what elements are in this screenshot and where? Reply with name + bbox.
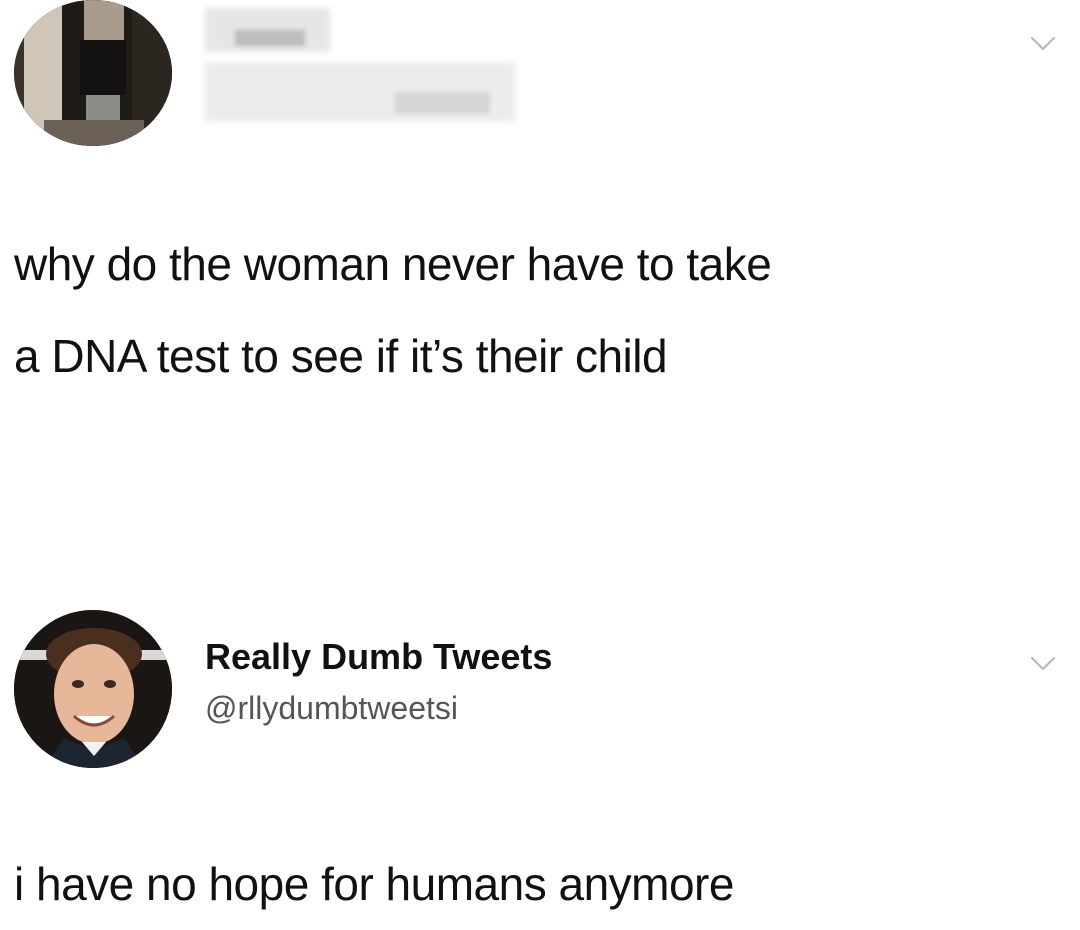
tweet-text: i have no hope for humans anymore bbox=[14, 838, 1064, 930]
display-name[interactable]: Really Dumb Tweets bbox=[205, 636, 552, 678]
photo-avatar-icon[interactable] bbox=[14, 0, 172, 146]
tweet-text-line: i have no hope for humans anymore bbox=[14, 858, 734, 910]
tweet-text-line: a DNA test to see if it’s their child bbox=[14, 330, 668, 382]
tweet-text-line: why do the woman never have to take bbox=[14, 238, 772, 290]
chevron-down-icon[interactable] bbox=[1030, 656, 1056, 672]
tweet-text: why do the woman never have to take a DN… bbox=[14, 218, 1064, 402]
tweet-reply: Really Dumb Tweets @rllydumbtweetsi i ha… bbox=[0, 590, 1080, 912]
user-handle[interactable]: @rllydumbtweetsi bbox=[205, 690, 458, 727]
redacted-handle-detail bbox=[395, 92, 490, 114]
tweet-original: why do the woman never have to take a DN… bbox=[0, 0, 1080, 560]
chevron-down-icon[interactable] bbox=[1030, 36, 1056, 52]
face-avatar-icon[interactable] bbox=[14, 610, 172, 768]
redacted-display-name-detail bbox=[235, 30, 305, 46]
